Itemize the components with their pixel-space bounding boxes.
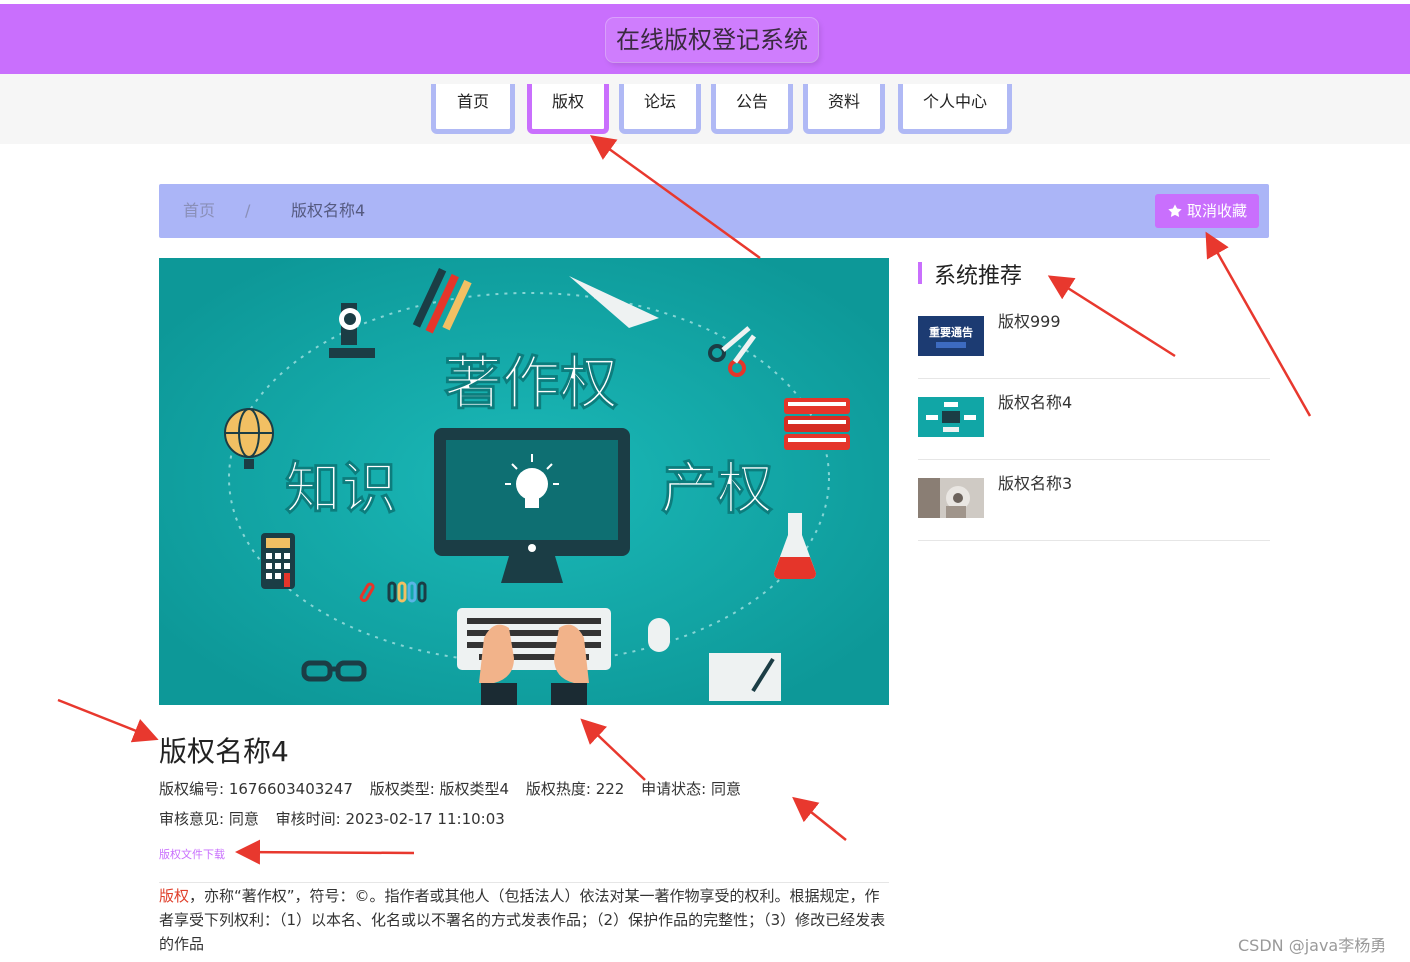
- recommend-item[interactable]: 重要通告 版权999: [918, 298, 1270, 379]
- review-opinion-value: 同意: [228, 810, 259, 828]
- recommend-title: 系统推荐: [934, 264, 1023, 289]
- review-opinion-label: 审核意见:: [159, 810, 225, 828]
- svg-text:重要通告: 重要通告: [929, 325, 973, 339]
- recommend-item-label: 版权名称4: [998, 393, 1073, 412]
- copyright-type-label: 版权类型:: [369, 780, 435, 798]
- recommend-item-label: 版权名称3: [998, 474, 1073, 493]
- copyright-title: 版权名称4: [159, 735, 289, 768]
- nav-item-notice[interactable]: 公告: [711, 84, 793, 134]
- apply-status-label: 申请状态:: [641, 780, 707, 798]
- nav-item-user-center[interactable]: 个人中心: [898, 84, 1012, 134]
- copyright-heat-value: 222: [595, 780, 625, 798]
- breadcrumb-separator: /: [245, 201, 251, 220]
- recommend-accent-bar: [918, 262, 922, 284]
- apply-status-value: 同意: [710, 780, 741, 798]
- copyright-description: 版权，亦称“著作权”，符号：©。指作者或其他人（包括法人）依法对某一著作物享受的…: [159, 884, 889, 956]
- recommend-thumbnail: [918, 397, 984, 437]
- copyright-type-value: 版权类型4: [439, 780, 510, 798]
- hero-text-center: 著作权: [444, 349, 618, 417]
- content-divider: [159, 882, 889, 883]
- cancel-favorite-button[interactable]: 取消收藏: [1154, 194, 1259, 228]
- recommend-thumbnail: 重要通告: [918, 316, 984, 356]
- meta-row-1: 版权编号: 1676603403247 版权类型: 版权类型4 版权热度: 22…: [159, 778, 741, 799]
- recommend-item-label: 版权999: [998, 312, 1061, 331]
- copyright-hero-image: 著作权 知识 产权: [159, 258, 889, 705]
- recommend-item[interactable]: 版权名称3: [918, 460, 1270, 541]
- nav-item-home[interactable]: 首页: [431, 84, 515, 134]
- nav-item-copyright[interactable]: 版权: [527, 84, 609, 134]
- hero-text-right: 产权: [661, 457, 773, 522]
- nav-item-materials[interactable]: 资料: [803, 84, 885, 134]
- star-icon: [1168, 204, 1182, 217]
- meta-row-2: 审核意见: 同意 审核时间: 2023-02-17 11:10:03: [159, 808, 505, 829]
- breadcrumb: 首页 / 版权名称4 取消收藏: [159, 184, 1269, 238]
- nav-item-forum[interactable]: 论坛: [619, 84, 701, 134]
- copyright-number-value: 1676603403247: [228, 780, 353, 798]
- review-time-label: 审核时间:: [275, 810, 341, 828]
- copyright-number-label: 版权编号:: [159, 780, 225, 798]
- description-highlight: 版权: [159, 887, 190, 905]
- csdn-watermark: CSDN @java李杨勇: [1238, 936, 1387, 955]
- description-text: ，亦称“著作权”，符号：©。指作者或其他人（包括法人）依法对某一著作物享受的权利…: [159, 887, 886, 953]
- recommend-thumbnail: [918, 478, 984, 518]
- review-time-value: 2023-02-17 11:10:03: [345, 810, 505, 828]
- site-title: 在线版权登记系统: [606, 18, 818, 62]
- nav-strip: [0, 74, 1410, 144]
- hero-text-left: 知识: [285, 457, 397, 522]
- recommend-item[interactable]: 版权名称4: [918, 379, 1270, 460]
- breadcrumb-home-link[interactable]: 首页: [183, 184, 215, 238]
- copyright-heat-label: 版权热度:: [525, 780, 591, 798]
- breadcrumb-current: 版权名称4: [291, 201, 366, 220]
- copyright-file-download-link[interactable]: 版权文件下载: [159, 846, 225, 862]
- cancel-favorite-label: 取消收藏: [1186, 202, 1247, 220]
- top-header-bar: 在线版权登记系统: [0, 4, 1410, 74]
